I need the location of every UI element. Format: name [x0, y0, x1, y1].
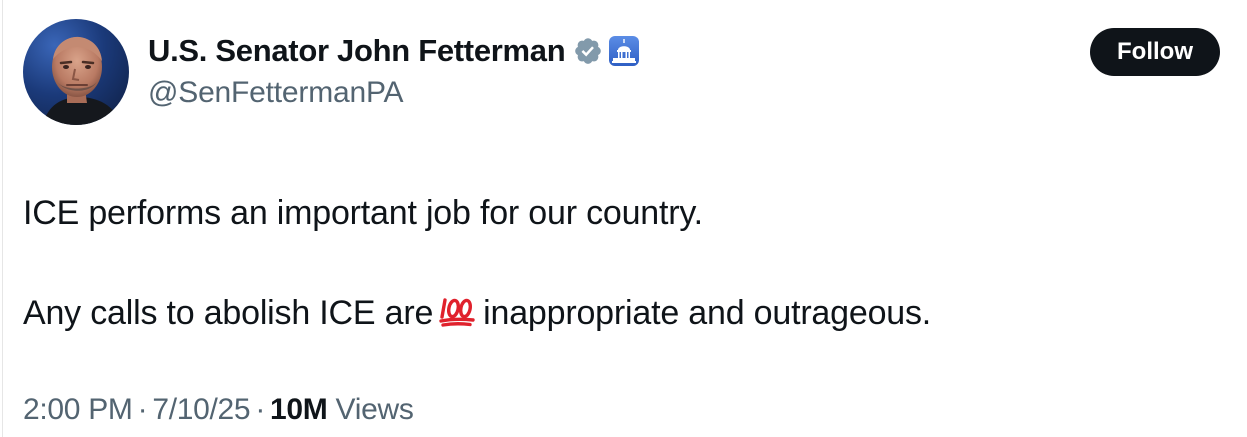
author-display-name[interactable]: U.S. Senator John Fetterman — [148, 33, 566, 69]
tweet-text-line-2-end: inappropriate and outrageous. — [483, 294, 932, 332]
author-name-row: U.S. Senator John Fetterman — [148, 30, 640, 72]
avatar[interactable] — [23, 19, 129, 125]
author-block: U.S. Senator John Fetterman @SenFetterma… — [148, 30, 640, 110]
meta-separator: · — [255, 393, 266, 426]
tweet-text: ICE performs an important job for our co… — [23, 190, 1223, 336]
views-label: Views — [335, 393, 414, 426]
capitol-building-icon[interactable] — [609, 36, 640, 66]
meta-separator: · — [137, 393, 148, 426]
tweet-time[interactable]: 2:00 PM — [23, 393, 133, 426]
avatar-portrait-icon — [43, 36, 121, 125]
tweet-card: U.S. Senator John Fetterman @SenFetterma… — [0, 0, 1247, 437]
tweet-meta: 2:00 PM · 7/10/25 · 10M Views — [23, 393, 414, 427]
tweet-text-line-2: Any calls to abolish ICE are inappropria… — [23, 290, 1223, 336]
tweet-date[interactable]: 7/10/25 — [152, 393, 250, 426]
views-count[interactable]: 10M — [270, 393, 328, 426]
hundred-points-icon — [437, 290, 477, 330]
follow-button[interactable]: Follow — [1090, 28, 1220, 76]
tweet-text-line-2-start: Any calls to abolish ICE are — [23, 294, 434, 332]
author-handle[interactable]: @SenFettermanPA — [148, 76, 639, 110]
verified-badge-icon[interactable] — [573, 36, 603, 66]
tweet-text-line-1: ICE performs an important job for our co… — [23, 194, 703, 232]
